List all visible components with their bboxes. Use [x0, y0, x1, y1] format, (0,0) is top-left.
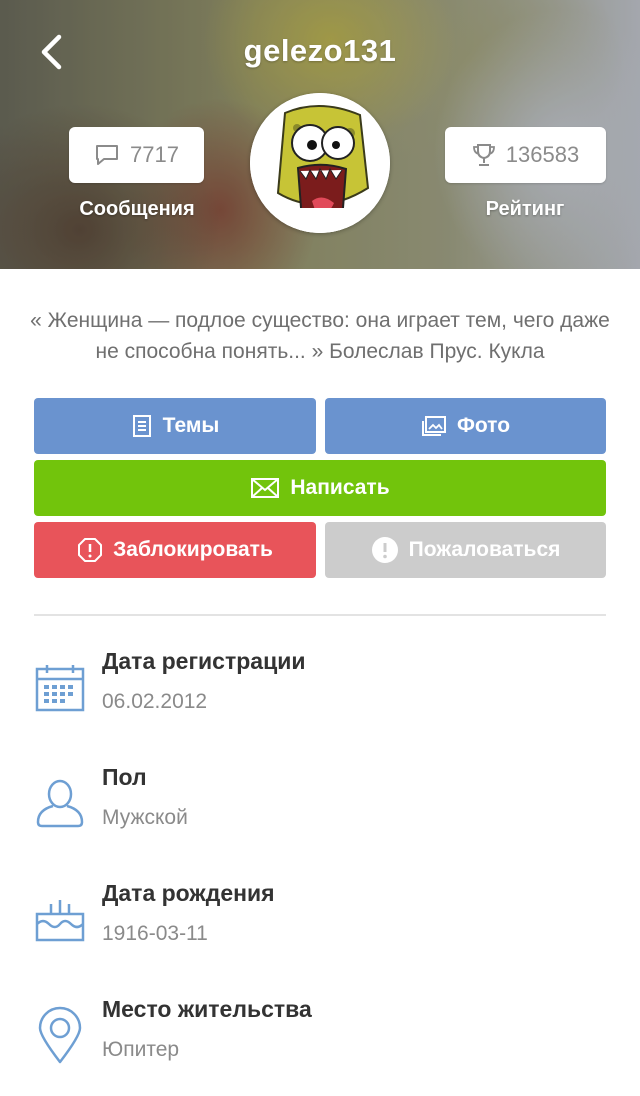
user-icon	[36, 779, 84, 828]
section-divider	[34, 614, 606, 616]
info-row-location: Место жительства Юпитер	[0, 996, 640, 1096]
exclamation-circle-icon	[371, 537, 398, 563]
image-icon	[421, 416, 446, 436]
messages-label: Сообщения	[79, 198, 195, 220]
calendar-icon	[35, 665, 85, 712]
info-title: Пол	[102, 764, 147, 790]
write-message-button[interactable]: Написать	[34, 460, 606, 516]
rating-count: 136583	[505, 142, 580, 167]
info-row-birth-date: Дата рождения 1916-03-11	[0, 880, 640, 980]
messages-count: 7717	[130, 142, 179, 167]
photo-button[interactable]: Фото	[325, 398, 606, 454]
location-pin-icon	[38, 1006, 82, 1064]
status-quote: « Женщина — подлое существо: она играет …	[30, 309, 610, 363]
info-title: Место жительства	[102, 996, 312, 1022]
birthday-cake-icon	[35, 900, 85, 942]
photo-label: Фото	[456, 414, 511, 437]
info-value: 06.02.2012	[102, 690, 208, 713]
rating-count-box[interactable]: 136583	[445, 127, 606, 183]
topics-button[interactable]: Темы	[34, 398, 316, 454]
block-user-label: Заблокировать	[113, 538, 273, 561]
info-value: Юпитер	[102, 1038, 180, 1061]
info-title: Дата регистрации	[102, 648, 306, 674]
trophy-icon	[472, 144, 495, 166]
avatar-image	[250, 93, 390, 233]
write-message-label: Написать	[290, 476, 390, 499]
document-icon	[132, 415, 151, 437]
messages-count-box[interactable]: 7717	[69, 127, 204, 183]
rating-label: Рейтинг	[485, 198, 565, 220]
block-user-button[interactable]: Заблокировать	[34, 522, 316, 578]
username-title: gelezo131	[243, 33, 397, 68]
profile-header: gelezo131 7717 Сообщения 136583 Рейтинг	[0, 0, 640, 269]
topics-label: Темы	[162, 414, 220, 437]
report-user-label: Пожаловаться	[408, 538, 561, 561]
block-octagon-icon	[78, 538, 103, 562]
report-user-button[interactable]: Пожаловаться	[325, 522, 606, 578]
info-value: Мужской	[102, 806, 188, 829]
info-row-registration-date: Дата регистрации 06.02.2012	[0, 648, 640, 748]
envelope-icon	[251, 478, 280, 498]
info-title: Дата рождения	[102, 880, 275, 906]
info-row-gender: Пол Мужской	[0, 764, 640, 864]
avatar[interactable]	[250, 93, 390, 233]
speech-bubble-icon	[96, 145, 119, 165]
info-value: 1916-03-11	[102, 922, 208, 945]
